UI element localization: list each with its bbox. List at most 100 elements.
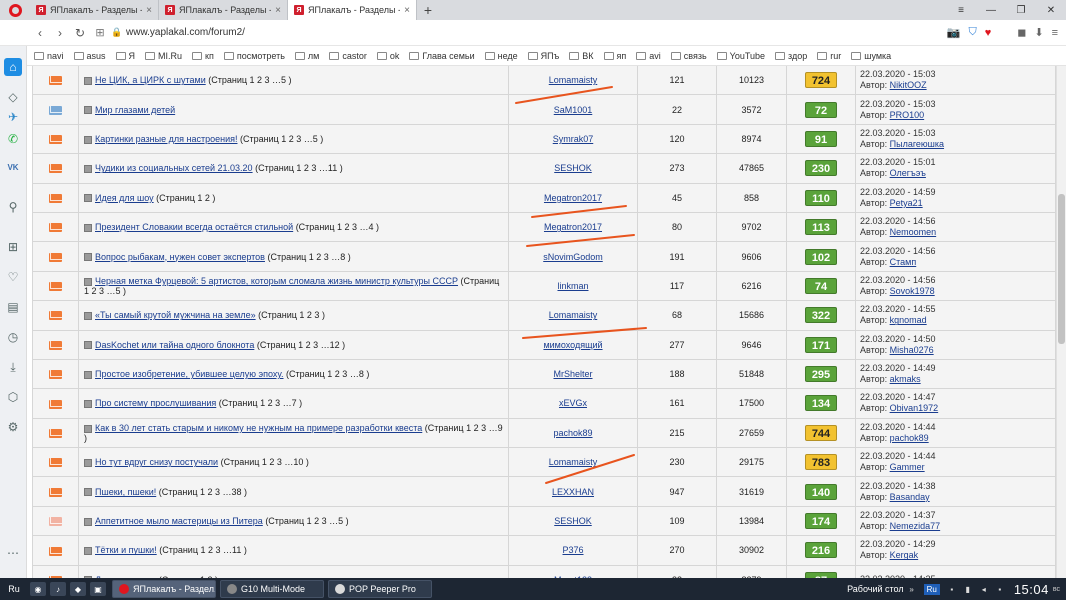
volume-icon[interactable]: ◂: [978, 583, 990, 595]
author-link[interactable]: SaM1001: [554, 105, 593, 115]
bookmark-item[interactable]: ЯПъ: [527, 51, 559, 61]
topic-link[interactable]: DasKochet или тайна одного блокнота: [95, 340, 254, 350]
author-link[interactable]: мимоходящий: [543, 340, 602, 350]
bookmark-item[interactable]: шумка: [851, 51, 891, 61]
topic-pages[interactable]: (Страниц 1 2 3 …8 ): [286, 369, 369, 379]
last-author-link[interactable]: Nemezida77: [890, 521, 941, 531]
bookmark-item[interactable]: связь: [670, 51, 707, 61]
home-icon[interactable]: ⌂: [4, 58, 22, 76]
last-author-link[interactable]: kgnomad: [890, 315, 927, 325]
last-author-link[interactable]: Nemoomen: [890, 227, 937, 237]
messenger-icon[interactable]: ✈: [4, 108, 22, 126]
quicklaunch-icon[interactable]: ▣: [90, 582, 106, 596]
browser-tab[interactable]: Я ЯПлакалъ - Разделы -> Ка ×: [30, 0, 159, 20]
envelope-icon[interactable]: [49, 135, 62, 145]
taskbar-task-g10[interactable]: G10 Multi-Mode: [220, 580, 324, 598]
topic-link[interactable]: Тётки и пушки!: [95, 545, 157, 555]
topic-link[interactable]: Но тут вдруг снизу постучали: [95, 457, 218, 467]
taskbar-task-opera[interactable]: ЯПлакалъ - Раздел...: [112, 580, 216, 598]
news-icon[interactable]: ▤: [4, 298, 22, 316]
taskbar-language[interactable]: Ru: [0, 584, 28, 594]
topic-link[interactable]: Как в 30 лет стать старым и никому не ну…: [95, 423, 422, 433]
apps-grid-icon[interactable]: ⊞: [4, 238, 22, 256]
last-author-link[interactable]: Petya21: [890, 198, 923, 208]
bookmark-item[interactable]: navi: [34, 51, 64, 61]
last-author-link[interactable]: Sovok1978: [890, 286, 935, 296]
forward-icon[interactable]: ›: [50, 26, 70, 40]
box-icon[interactable]: ◼: [1017, 26, 1026, 39]
quicklaunch-icon[interactable]: ◆: [70, 582, 86, 596]
bookmark-item[interactable]: неде: [484, 51, 518, 61]
heart-icon[interactable]: ♡: [4, 268, 22, 286]
scrollbar-thumb[interactable]: [1058, 194, 1065, 344]
topic-pages[interactable]: (Страниц 1 2 3 ): [258, 310, 325, 320]
envelope-icon[interactable]: [49, 517, 62, 527]
envelope-icon[interactable]: [49, 164, 62, 174]
topic-pages[interactable]: (Страниц 1 2 3 …5 ): [240, 134, 323, 144]
search-icon[interactable]: ⚲: [4, 198, 22, 216]
author-link[interactable]: linkman: [557, 281, 588, 291]
clock[interactable]: 15:04: [1014, 582, 1049, 597]
reload-icon[interactable]: ↻: [70, 26, 90, 40]
adblock-shield-icon[interactable]: ⛉: [968, 26, 976, 39]
author-link[interactable]: Megatron2017: [544, 222, 602, 232]
last-author-link[interactable]: Олегъэъ: [890, 168, 926, 178]
bookmark-item[interactable]: MI.Ru: [145, 51, 182, 61]
author-link[interactable]: Lomamaisty: [549, 457, 598, 467]
last-author-link[interactable]: pachok89: [890, 433, 929, 443]
author-link[interactable]: P376: [562, 545, 583, 555]
last-author-link[interactable]: Стамп: [890, 257, 917, 267]
tray-app-icon[interactable]: ▪: [994, 583, 1006, 595]
camera-icon[interactable]: 📷: [947, 26, 961, 39]
topic-link[interactable]: Аппетитное мыло мастерицы из Питера: [95, 516, 263, 526]
topic-pages[interactable]: (Страниц 1 2 3 …11 ): [255, 163, 343, 173]
topic-link[interactable]: Про систему прослушивания: [95, 398, 216, 408]
author-link[interactable]: SESHOK: [554, 516, 592, 526]
bookmark-item[interactable]: Я: [115, 51, 135, 61]
close-icon[interactable]: ×: [404, 5, 410, 16]
extensions-icon[interactable]: ⬡: [4, 388, 22, 406]
topic-pages[interactable]: (Страниц 1 2 3 …8 ): [267, 252, 350, 262]
topic-pages[interactable]: (Страниц 1 2 3 …5 ): [208, 75, 291, 85]
page-scrollbar[interactable]: [1056, 66, 1066, 578]
author-link[interactable]: sNovimGodom: [543, 252, 603, 262]
author-link[interactable]: Megatron2017: [544, 193, 602, 203]
tray-language[interactable]: Ru: [923, 583, 940, 595]
maximize-icon[interactable]: ❐: [1006, 0, 1036, 20]
envelope-icon[interactable]: [49, 546, 62, 556]
author-link[interactable]: Symrak07: [553, 134, 594, 144]
topic-link[interactable]: Картинки разные для настроения!: [95, 134, 237, 144]
author-link[interactable]: pachok89: [553, 428, 592, 438]
speed-dial-icon[interactable]: ⊞: [90, 26, 110, 39]
whatsapp-icon[interactable]: ✆: [4, 130, 22, 148]
envelope-icon[interactable]: [49, 223, 62, 233]
downloads-icon[interactable]: ⤓: [4, 358, 22, 376]
envelope-icon[interactable]: [49, 311, 62, 321]
speed-dial-icon[interactable]: ◇: [4, 88, 22, 106]
back-icon[interactable]: ‹: [30, 26, 50, 40]
last-author-link[interactable]: Пылагеюшка: [890, 139, 944, 149]
close-icon[interactable]: ×: [146, 5, 152, 16]
history-icon[interactable]: ◷: [4, 328, 22, 346]
envelope-icon[interactable]: [49, 458, 62, 468]
last-author-link[interactable]: akmaks: [890, 374, 921, 384]
envelope-icon[interactable]: [49, 193, 62, 203]
opera-menu-button[interactable]: [0, 0, 30, 20]
topic-link[interactable]: Идея для шоу: [95, 193, 154, 203]
tab-menu-icon[interactable]: ≡: [946, 0, 976, 20]
topic-link[interactable]: Пшеки, пшеки!: [95, 487, 156, 497]
last-author-link[interactable]: PRO100: [890, 110, 925, 120]
last-author-link[interactable]: Kergak: [890, 550, 919, 560]
author-link[interactable]: Lomamaisty: [549, 75, 598, 85]
envelope-icon[interactable]: [49, 340, 62, 350]
topic-pages[interactable]: (Страниц 1 2 3 …7 ): [219, 398, 302, 408]
more-icon[interactable]: ⋯: [4, 544, 22, 562]
topic-pages[interactable]: (Страниц 1 2 3 …12 ): [257, 340, 345, 350]
close-icon[interactable]: ×: [275, 5, 281, 16]
bookmark-item[interactable]: лм: [294, 51, 319, 61]
last-author-link[interactable]: Gammer: [890, 462, 925, 472]
last-author-link[interactable]: Misha0276: [890, 345, 934, 355]
lock-icon[interactable]: 🔒: [110, 27, 124, 38]
browser-tab-active[interactable]: Я ЯПлакалъ - Разделы -> Ка ×: [288, 0, 417, 20]
settings-menu-icon[interactable]: ≡: [1052, 27, 1058, 39]
